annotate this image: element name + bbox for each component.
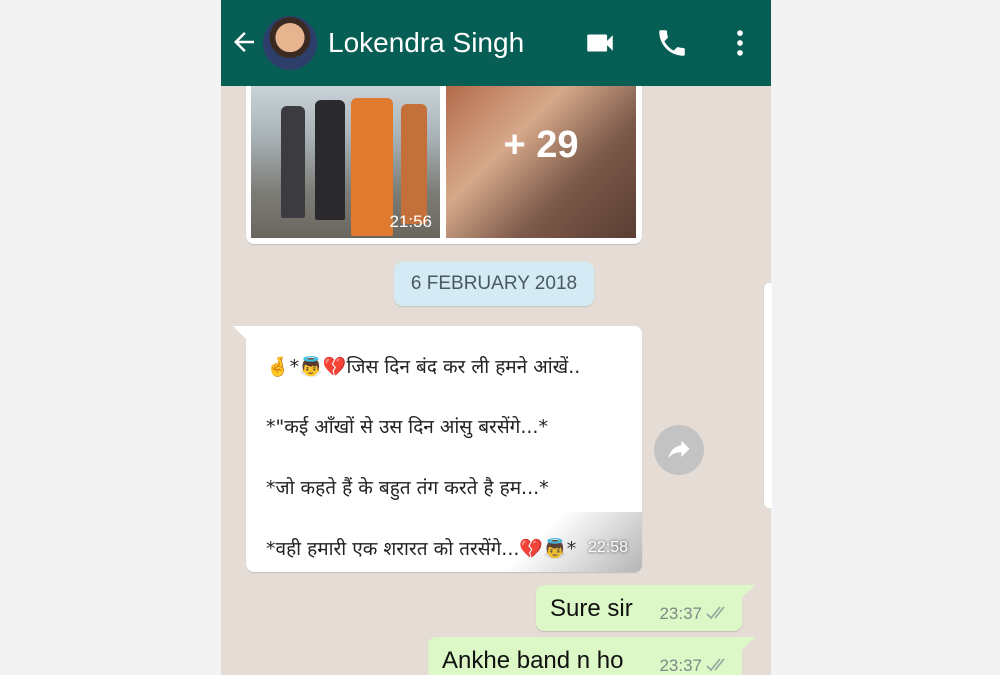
message-line: 🤞*👼💔जिस दिन बंद कर ली हमने आंखें.. [266, 356, 581, 378]
back-arrow-icon[interactable] [229, 27, 259, 57]
media-thumbnail-more[interactable]: + 29 [446, 86, 636, 238]
media-thumbnail[interactable]: 21:56 [251, 86, 440, 238]
double-tick-icon [706, 658, 725, 672]
message-timestamp: 23:37 [659, 656, 702, 675]
phone-icon[interactable] [655, 26, 689, 60]
message-line: *"कई आँखों से उस दिन आंसु बरसेंगे...* [266, 416, 548, 438]
person-figure [315, 100, 345, 220]
incoming-message[interactable]: 🤞*👼💔जिस दिन बंद कर ली हमने आंखें.. *"कई … [233, 326, 642, 572]
person-figure [401, 104, 427, 224]
forward-icon [668, 440, 690, 459]
media-timestamp: 21:56 [389, 212, 432, 231]
double-tick-icon [706, 606, 725, 620]
more-vert-icon[interactable] [723, 26, 757, 60]
outgoing-message[interactable]: Ankhe band n ho 23:37 [428, 637, 755, 675]
contact-name[interactable]: Lokendra Singh [328, 27, 524, 59]
scrollbar[interactable] [763, 283, 772, 508]
person-figure [281, 106, 305, 218]
message-timestamp: 22:58 [587, 539, 628, 556]
avatar[interactable] [263, 16, 317, 70]
forward-button[interactable] [654, 425, 704, 475]
chat-header: Lokendra Singh [221, 0, 771, 86]
person-figure [351, 98, 393, 236]
chat-screen: Lokendra Singh 21:56 + 29 6 FEBRUARY 201… [221, 0, 771, 675]
message-line: *जो कहते हैं के बहुत तंग करते है हम...* [266, 477, 549, 499]
date-chip: 6 FEBRUARY 2018 [394, 262, 594, 306]
more-media-count: + 29 [503, 124, 579, 166]
video-call-icon[interactable] [583, 26, 617, 60]
media-message[interactable]: 21:56 + 29 [246, 86, 642, 244]
message-text: Sure sir [550, 595, 633, 622]
message-timestamp: 23:37 [659, 604, 702, 623]
outgoing-message[interactable]: Sure sir 23:37 [536, 585, 755, 631]
message-text: Ankhe band n ho [442, 647, 624, 674]
